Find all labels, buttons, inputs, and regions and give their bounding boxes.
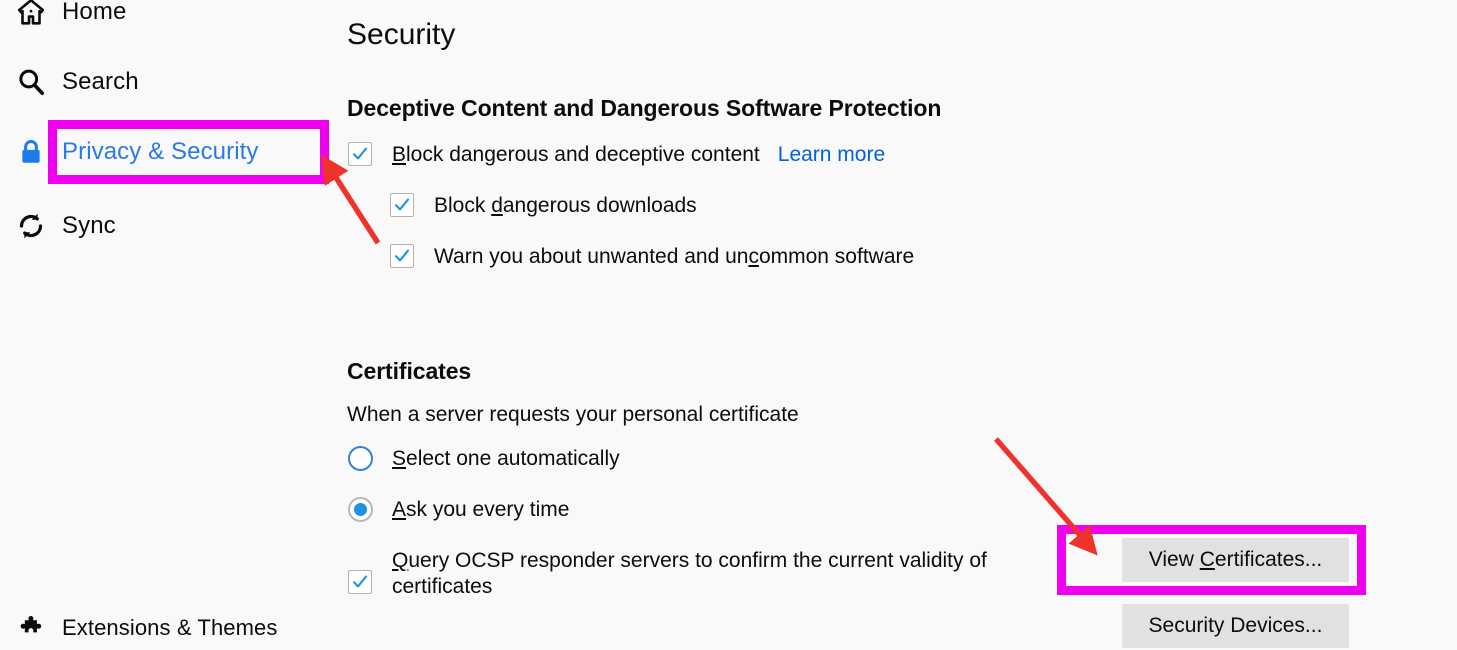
- section-heading-deceptive-content: Deceptive Content and Dangerous Software…: [347, 95, 942, 121]
- checkbox-row-block-dangerous-content[interactable]: Block dangerous and deceptive content Le…: [348, 142, 885, 168]
- sidebar-item-label: Privacy & Security: [62, 138, 259, 165]
- accesskey-letter: A: [392, 498, 407, 521]
- accesskey-letter: B: [392, 143, 407, 166]
- label-text: elect one automatically: [406, 447, 620, 470]
- accesskey-letter: c: [748, 245, 759, 268]
- sidebar-item-home[interactable]: Home: [14, 0, 126, 34]
- lock-icon: [14, 135, 48, 169]
- label-text-pre: Block: [434, 194, 492, 217]
- checkbox-block-dangerous-content[interactable]: [348, 142, 372, 166]
- checkbox-label: Block dangerous and deceptive content: [392, 142, 760, 168]
- sidebar-item-label: Home: [62, 0, 127, 25]
- label-text: angerous downloads: [502, 194, 697, 217]
- accesskey-letter: d: [491, 194, 503, 217]
- puzzle-icon: [14, 611, 48, 645]
- accesskey-letter: C: [1199, 548, 1215, 571]
- sidebar-item-label: Search: [62, 68, 139, 95]
- label-text: ommon software: [758, 245, 915, 268]
- sync-icon: [14, 209, 48, 243]
- sidebar-item-label: Extensions & Themes: [62, 615, 278, 640]
- checkbox-query-ocsp[interactable]: [348, 570, 372, 594]
- checkbox-row-warn-unwanted-software[interactable]: Warn you about unwanted and uncommon sof…: [390, 244, 914, 270]
- checkbox-warn-unwanted-software[interactable]: [390, 244, 414, 268]
- accesskey-letter: S: [392, 447, 407, 470]
- checkbox-label: Block dangerous downloads: [434, 193, 697, 219]
- checkbox-row-query-ocsp[interactable]: Query OCSP responder servers to confirm …: [348, 548, 1088, 600]
- learn-more-link[interactable]: Learn more: [778, 142, 885, 168]
- radio-ask-you-every-time[interactable]: [348, 497, 373, 522]
- security-devices-button[interactable]: Security Devices...: [1122, 604, 1349, 648]
- radio-label: Select one automatically: [392, 446, 620, 472]
- checkbox-label: Query OCSP responder servers to confirm …: [392, 548, 1088, 600]
- certificates-description: When a server requests your personal cer…: [347, 403, 799, 426]
- view-certificates-button[interactable]: View Certificates...: [1122, 538, 1349, 582]
- search-icon: [14, 65, 48, 99]
- home-icon: [14, 0, 48, 29]
- page-title: Security: [347, 18, 456, 51]
- sidebar-item-search[interactable]: Search: [14, 60, 139, 104]
- sidebar-item-extensions-themes[interactable]: Extensions & Themes: [14, 606, 278, 650]
- radio-row-ask-you-every-time[interactable]: Ask you every time: [348, 497, 569, 523]
- label-text: sk you every time: [406, 498, 570, 521]
- radio-dot: [354, 503, 367, 516]
- radio-row-select-one-automatically[interactable]: Select one automatically: [348, 446, 620, 472]
- settings-page: Home Search Privacy & Security Sync Exte…: [0, 0, 1457, 648]
- label-text: uery OCSP responder servers to confirm t…: [392, 549, 987, 598]
- accesskey-letter: Q: [392, 549, 409, 572]
- section-heading-certificates: Certificates: [347, 358, 472, 384]
- checkbox-block-dangerous-downloads[interactable]: [390, 193, 414, 217]
- label-text-pre: Warn you about unwanted and un: [434, 245, 749, 268]
- radio-select-one-automatically[interactable]: [348, 446, 373, 471]
- radio-label: Ask you every time: [392, 497, 569, 523]
- sidebar-item-label: Sync: [62, 212, 116, 239]
- checkbox-label: Warn you about unwanted and uncommon sof…: [434, 244, 914, 270]
- checkbox-row-block-dangerous-downloads[interactable]: Block dangerous downloads: [390, 193, 697, 219]
- sidebar-item-privacy-security[interactable]: Privacy & Security: [14, 130, 259, 174]
- label-text: lock dangerous and deceptive content: [406, 143, 760, 166]
- button-label: View Certificates...: [1148, 548, 1323, 571]
- sidebar: Home Search Privacy & Security Sync Exte…: [0, 0, 340, 640]
- sidebar-item-sync[interactable]: Sync: [14, 204, 116, 248]
- button-label: Security Devices...: [1148, 614, 1323, 637]
